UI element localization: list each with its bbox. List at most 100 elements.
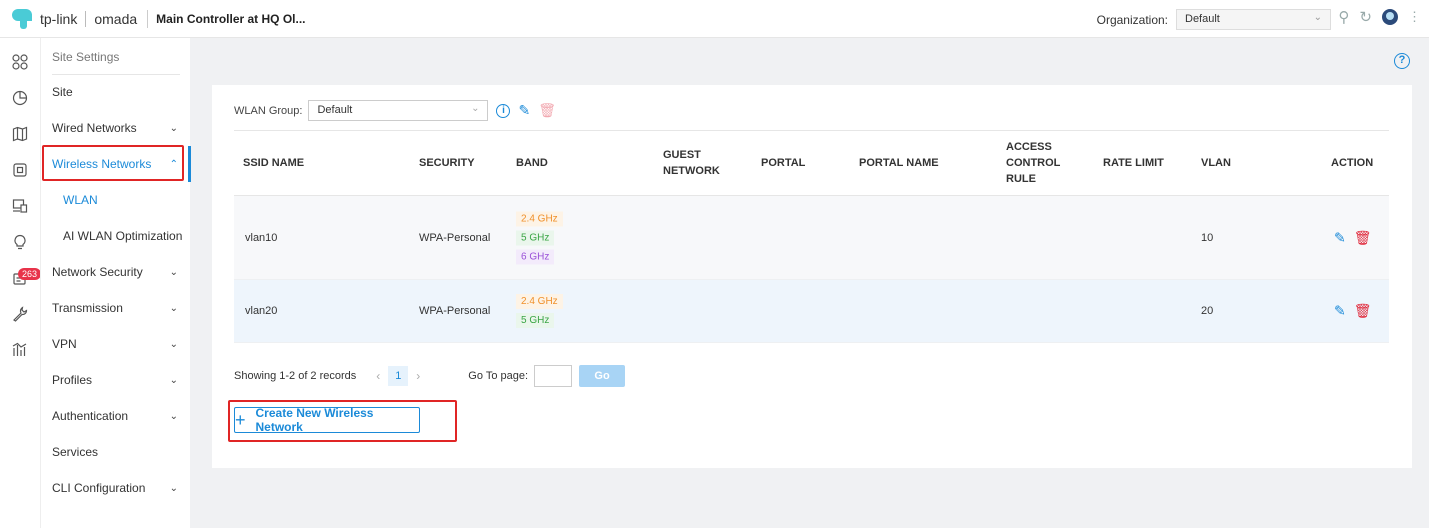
chevron-down-icon: ⌄ [169, 374, 178, 386]
menu-item-ai-wlan-optimization[interactable]: AI WLAN Optimization [63, 226, 193, 246]
tools-icon[interactable] [10, 306, 30, 326]
devices-icon[interactable] [10, 162, 30, 182]
column-guest-network[interactable]: GUEST NETWORK [663, 147, 720, 179]
edit-icon[interactable]: ✎ [518, 102, 530, 119]
user-avatar[interactable] [1382, 9, 1398, 25]
menu-divider [52, 74, 180, 75]
chevron-down-icon: ⌄ [471, 103, 480, 114]
organization-label: Organization: [1096, 12, 1168, 27]
chevron-down-icon: ⌄ [169, 410, 178, 422]
edit-icon[interactable]: ✎ [1334, 229, 1346, 246]
delete-icon[interactable]: 🗑 [1354, 303, 1372, 320]
statistics-icon[interactable] [10, 90, 30, 110]
product-name: omada [94, 10, 138, 27]
menu-item-label: Profiles [52, 373, 93, 387]
top-bar: tp-link omada Main Controller at HQ Ol..… [0, 0, 1429, 38]
reports-icon[interactable] [10, 342, 30, 362]
menu-item-label: WLAN [63, 193, 98, 207]
wlan-group-dropdown[interactable]: Default ⌄ [308, 100, 489, 121]
chevron-right-icon[interactable]: › [416, 369, 420, 383]
refresh-icon[interactable]: ↻ [1359, 8, 1372, 26]
highlight-box-create-button [228, 400, 457, 442]
logo-divider [85, 10, 87, 27]
column-portal[interactable]: PORTAL [761, 155, 805, 171]
help-icon[interactable]: ? [1394, 53, 1410, 69]
menu-item-vpn[interactable]: VPN ⌄ [52, 334, 182, 354]
site-settings-menu: Site Settings Site Wired Networks ⌄ Wire… [40, 38, 193, 528]
column-band[interactable]: BAND [516, 155, 548, 171]
menu-section-title: Site Settings [52, 50, 120, 64]
cell-security: WPA-Personal [419, 231, 491, 244]
clients-icon[interactable] [10, 198, 30, 218]
menu-item-services[interactable]: Services [52, 442, 182, 462]
goto-label: Go To page: [468, 370, 529, 382]
menu-item-profiles[interactable]: Profiles ⌄ [52, 370, 182, 390]
column-ssid-name[interactable]: SSID NAME [243, 155, 304, 171]
chevron-left-icon[interactable]: ‹ [376, 369, 380, 383]
column-acr-line-3: RULE [1006, 173, 1036, 185]
menu-item-label: Transmission [52, 301, 123, 315]
cell-ssid: vlan20 [245, 305, 278, 317]
goto-page-input[interactable] [534, 365, 573, 387]
active-indicator [188, 146, 191, 182]
wlan-group-label: WLAN Group: [234, 104, 303, 117]
cell-bands: 2.4 GHz 5 GHz [516, 292, 563, 330]
chevron-down-icon: ⌄ [169, 482, 178, 494]
table-header: SSID NAME SECURITY BAND GUEST NETWORK PO… [234, 130, 1389, 196]
menu-item-label: Network Security [52, 265, 143, 279]
page-number[interactable]: 1 [388, 366, 409, 386]
column-vlan[interactable]: VLAN [1201, 155, 1231, 171]
band-tag-5ghz: 5 GHz [516, 230, 555, 245]
menu-item-label: Services [52, 445, 99, 459]
cell-vlan: 20 [1201, 305, 1214, 317]
cell-bands: 2.4 GHz 5 GHz 6 GHz [516, 209, 563, 266]
menu-item-label: Wired Networks [52, 121, 137, 135]
column-access-control-rule[interactable]: ACCESS CONTROL RULE [1006, 139, 1060, 187]
row-actions: ✎ 🗑 [1334, 229, 1372, 246]
tp-link-logo[interactable]: tp-link omada [12, 8, 138, 29]
menu-item-wlan[interactable]: WLAN [63, 190, 193, 210]
chevron-down-icon: ⌄ [169, 122, 178, 134]
header-actions: ⚲ ↻ ⋮ [1328, 8, 1421, 26]
wlan-table: SSID NAME SECURITY BAND GUEST NETWORK PO… [234, 130, 1389, 343]
column-rate-limit[interactable]: RATE LIMIT [1103, 155, 1164, 171]
organization-selector: Organization: Default ⌄ [1097, 9, 1331, 30]
menu-item-cli-configuration[interactable]: CLI Configuration ⌄ [52, 478, 182, 498]
table-row[interactable]: vlan10 WPA-Personal 2.4 GHz 5 GHz 6 GHz … [234, 196, 1389, 280]
row-actions: ✎ 🗑 [1334, 303, 1372, 320]
wlan-group-bar: WLAN Group: Default ⌄ i ✎ 🗑 [234, 100, 556, 121]
dashboard-icon[interactable] [10, 54, 30, 74]
search-icon[interactable]: ⚲ [1338, 8, 1349, 26]
delete-icon[interactable]: 🗑 [538, 102, 556, 119]
edit-icon[interactable]: ✎ [1334, 303, 1346, 320]
chevron-down-icon: ⌄ [169, 266, 178, 278]
column-action: ACTION [1331, 157, 1374, 169]
delete-icon[interactable]: 🗑 [1354, 229, 1372, 246]
cell-vlan: 10 [1201, 231, 1214, 244]
menu-item-transmission[interactable]: Transmission ⌄ [52, 298, 182, 318]
go-button[interactable]: Go [579, 365, 626, 387]
column-guest-line-2: NETWORK [663, 165, 720, 177]
organization-value: Default [1185, 13, 1220, 25]
brand-name: tp-link [40, 10, 78, 27]
menu-item-label: AI WLAN Optimization [63, 229, 183, 243]
avatar-icon [1382, 9, 1398, 25]
insight-icon[interactable] [10, 234, 30, 254]
column-portal-name[interactable]: PORTAL NAME [859, 155, 939, 171]
menu-item-authentication[interactable]: Authentication ⌄ [52, 406, 182, 426]
chevron-down-icon: ⌄ [169, 302, 178, 314]
menu-item-network-security[interactable]: Network Security ⌄ [52, 262, 182, 282]
menu-item-site[interactable]: Site [52, 82, 182, 102]
organization-dropdown[interactable]: Default ⌄ [1176, 9, 1331, 30]
info-icon[interactable]: i [496, 103, 511, 118]
column-security[interactable]: SECURITY [419, 155, 475, 171]
table-row[interactable]: vlan20 WPA-Personal 2.4 GHz 5 GHz 20 ✎ 🗑 [234, 280, 1389, 343]
more-menu-icon[interactable]: ⋮ [1408, 9, 1421, 25]
map-icon[interactable] [10, 126, 30, 146]
pagination: Showing 1-2 of 2 records ‹ 1 › Go To pag… [234, 365, 626, 387]
menu-item-label: Authentication [52, 409, 129, 423]
wlan-group-value: Default [317, 104, 353, 116]
menu-item-wired-networks[interactable]: Wired Networks ⌄ [52, 118, 182, 138]
controller-name[interactable]: Main Controller at HQ Ol... [156, 12, 305, 26]
menu-item-label: CLI Configuration [52, 481, 146, 495]
